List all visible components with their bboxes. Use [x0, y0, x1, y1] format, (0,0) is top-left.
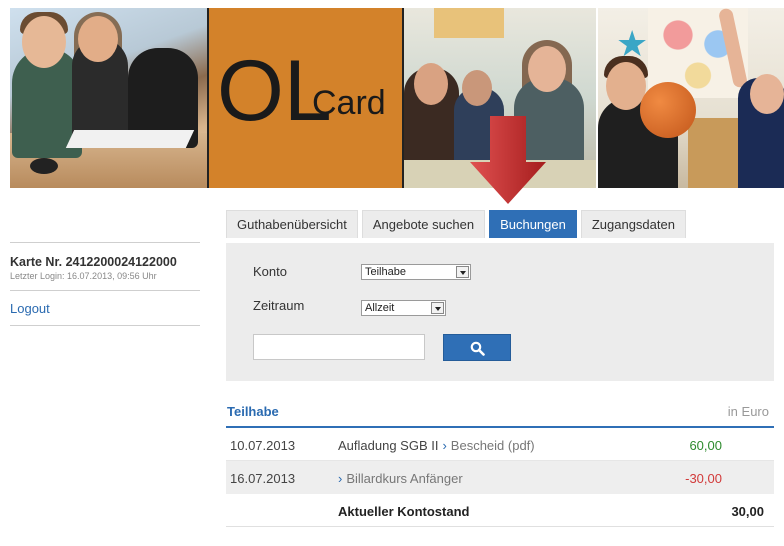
- row-date: 10.07.2013: [230, 438, 296, 453]
- total-row: Aktueller Kontostand 30,00: [226, 494, 774, 527]
- bescheid-pdf-link[interactable]: Bescheid (pdf): [451, 438, 535, 453]
- zeitraum-label: Zeitraum: [253, 298, 305, 313]
- sidebar-divider: [10, 242, 200, 243]
- banner-photo-classroom: [10, 8, 207, 188]
- konto-select-value: Teilhabe: [365, 266, 406, 278]
- red-arrow-down-icon: [470, 116, 546, 204]
- zeitraum-select[interactable]: Allzeit: [361, 300, 446, 316]
- total-value: 30,00: [731, 504, 764, 519]
- tab-angebote-suchen[interactable]: Angebote suchen: [361, 210, 486, 238]
- total-label: Aktueller Kontostand: [338, 504, 470, 519]
- account-title: Teilhabe: [227, 404, 279, 419]
- konto-select[interactable]: Teilhabe: [361, 264, 471, 280]
- chevron-right-icon: ›: [442, 438, 447, 453]
- table-header: Teilhabe in Euro: [226, 398, 774, 428]
- sidebar: Karte Nr. 2412200024122000 Letzter Login…: [10, 242, 200, 326]
- offer-link[interactable]: Billardkurs Anfänger: [346, 471, 462, 486]
- header-banner: OL Card ★: [10, 8, 784, 188]
- sidebar-divider: [10, 290, 200, 291]
- currency-unit: in Euro: [727, 404, 769, 419]
- konto-label: Konto: [253, 264, 287, 279]
- row-amount: 60,00: [689, 438, 722, 453]
- sidebar-divider: [10, 325, 200, 326]
- search-button[interactable]: [443, 334, 511, 361]
- chevron-down-icon: [456, 266, 469, 278]
- transactions-table: Teilhabe in Euro 10.07.2013 Aufladung SG…: [226, 398, 774, 527]
- logout-link[interactable]: Logout: [10, 301, 200, 316]
- last-login-text: Letzter Login: 16.07.2013, 09:56 Uhr: [10, 271, 157, 281]
- olcard-logo: OL Card: [207, 8, 404, 188]
- row-desc-text: Aufladung SGB II: [338, 438, 439, 453]
- row-date: 16.07.2013: [230, 471, 296, 486]
- row-description: › Billardkurs Anfänger: [338, 471, 463, 486]
- logo-text-card: Card: [312, 84, 386, 122]
- table-row: 10.07.2013 Aufladung SGB II › Bescheid (pd…: [226, 428, 774, 461]
- search-input[interactable]: [253, 334, 425, 360]
- table-row: 16.07.2013 › Billardkurs Anfänger -30,00: [226, 461, 774, 494]
- tab-zugangsdaten[interactable]: Zugangsdaten: [580, 210, 686, 238]
- tab-buchungen[interactable]: Buchungen: [489, 210, 577, 238]
- tab-guthabenuebersicht[interactable]: Guthabenübersicht: [226, 210, 358, 238]
- filter-panel: Konto Teilhabe Zeitraum Allzeit: [226, 243, 774, 381]
- tab-bar: Guthabenübersicht Angebote suchen Buchun…: [226, 210, 690, 238]
- chevron-right-icon: ›: [338, 471, 343, 486]
- chevron-down-icon: [431, 302, 444, 314]
- zeitraum-select-value: Allzeit: [365, 302, 395, 314]
- banner-photo-basketball: ★: [596, 8, 784, 188]
- row-description: Aufladung SGB II › Bescheid (pdf): [338, 438, 535, 453]
- search-icon: [470, 341, 485, 356]
- card-number: Karte Nr. 2412200024122000: [10, 255, 177, 269]
- row-amount: -30,00: [685, 471, 722, 486]
